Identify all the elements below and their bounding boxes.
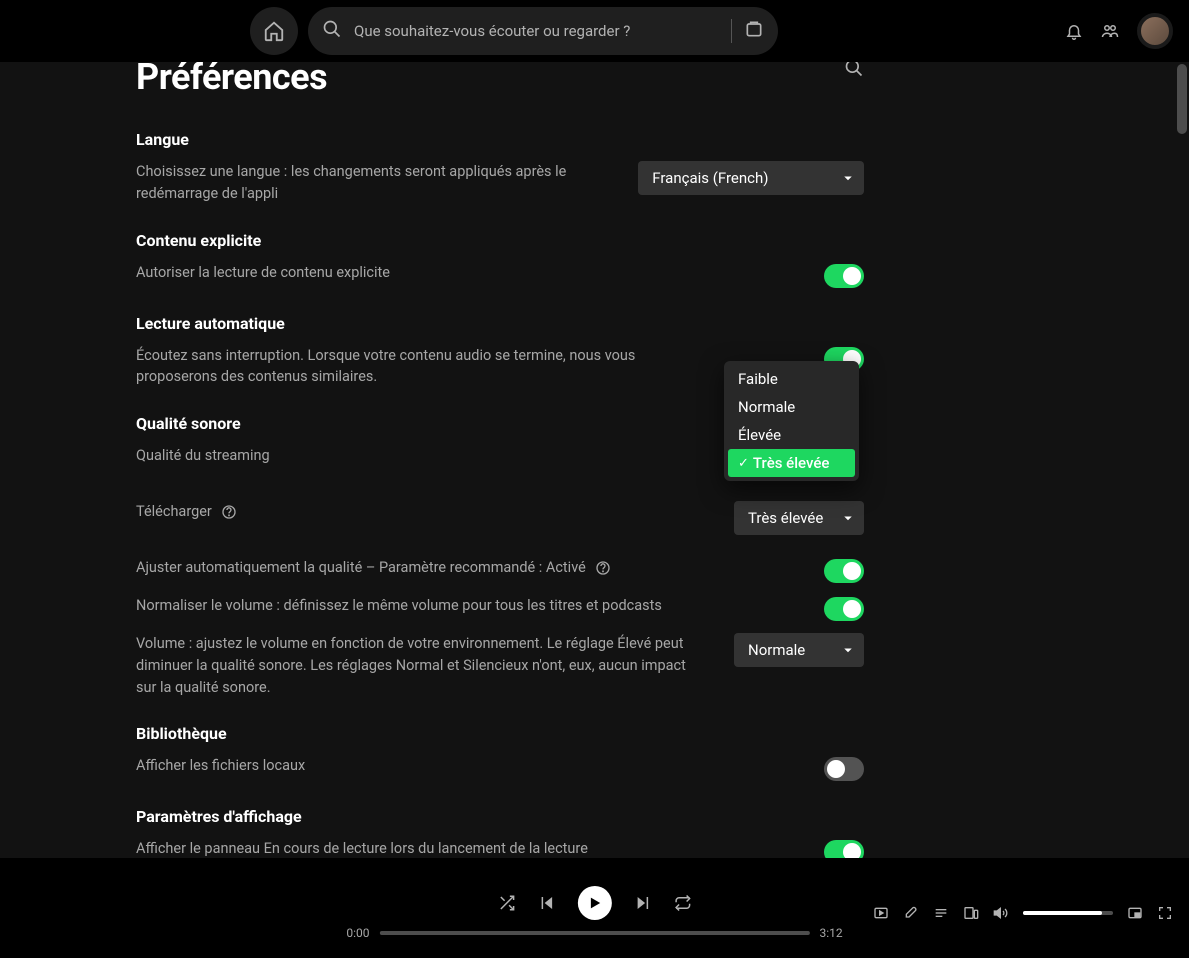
quality-option-low[interactable]: Faible — [728, 365, 855, 393]
now-playing-view-button[interactable] — [873, 905, 889, 921]
friends-icon[interactable] — [1101, 22, 1119, 40]
volume-desc: Volume : ajustez le volume en fonction d… — [136, 633, 691, 698]
scrollbar[interactable] — [1175, 62, 1189, 858]
previous-button[interactable] — [538, 894, 556, 912]
time-current: 0:00 — [346, 926, 369, 940]
auto-adjust-label: Ajuster automatiquement la qualité – Par… — [136, 557, 611, 579]
settings-search-icon[interactable] — [844, 62, 864, 82]
divider — [731, 19, 732, 43]
volume-fill — [1023, 911, 1102, 915]
shuffle-button[interactable] — [498, 894, 516, 912]
now-playing-panel-toggle[interactable] — [824, 840, 864, 858]
now-playing-panel-label: Afficher le panneau En cours de lecture … — [136, 838, 588, 858]
home-button[interactable] — [250, 7, 298, 55]
avatar[interactable] — [1137, 13, 1173, 49]
lyrics-button[interactable] — [903, 905, 919, 921]
section-library-title: Bibliothèque — [136, 724, 864, 743]
help-icon[interactable] — [221, 504, 237, 520]
normalize-label: Normaliser le volume : définissez le mêm… — [136, 595, 662, 617]
next-button[interactable] — [634, 894, 652, 912]
play-button[interactable] — [578, 886, 612, 920]
auto-adjust-toggle[interactable] — [824, 559, 864, 583]
search-input[interactable] — [354, 22, 719, 40]
repeat-button[interactable] — [674, 894, 692, 912]
help-icon[interactable] — [595, 560, 611, 576]
download-quality-select[interactable]: Très élevée — [734, 501, 864, 535]
volume-button[interactable] — [993, 905, 1009, 921]
language-select[interactable]: Français (French) — [638, 161, 864, 195]
miniplayer-button[interactable] — [1127, 905, 1143, 921]
home-icon — [263, 20, 285, 42]
volume-slider[interactable] — [1023, 911, 1113, 915]
download-quality-label: Télécharger — [136, 501, 237, 523]
page-title: Préférences — [136, 62, 327, 98]
quality-option-normal[interactable]: Normale — [728, 393, 855, 421]
language-desc: Choisissez une langue : les changements … — [136, 161, 598, 205]
streaming-quality-label: Qualité du streaming — [136, 445, 270, 467]
browse-icon[interactable] — [744, 19, 764, 43]
normalize-toggle[interactable] — [824, 597, 864, 621]
queue-button[interactable] — [933, 905, 949, 921]
scrollbar-thumb[interactable] — [1177, 64, 1187, 134]
devices-button[interactable] — [963, 905, 979, 921]
local-files-label: Afficher les fichiers locaux — [136, 755, 305, 777]
notifications-icon[interactable] — [1065, 22, 1083, 40]
section-language-title: Langue — [136, 130, 864, 149]
search-icon — [322, 19, 342, 43]
time-total: 3:12 — [820, 926, 843, 940]
explicit-desc: Autoriser la lecture de contenu explicit… — [136, 262, 390, 284]
progress-bar[interactable] — [380, 931, 810, 935]
explicit-toggle[interactable] — [824, 264, 864, 288]
section-explicit-title: Contenu explicite — [136, 231, 864, 250]
check-icon: ✓ — [738, 456, 749, 471]
play-icon — [587, 895, 603, 911]
streaming-quality-dropdown[interactable]: Faible Normale Élevée ✓Très élevée — [724, 361, 859, 481]
section-autoplay-title: Lecture automatique — [136, 314, 864, 333]
volume-level-select[interactable]: Normale — [734, 633, 864, 667]
local-files-toggle[interactable] — [824, 757, 864, 781]
section-display-title: Paramètres d'affichage — [136, 807, 864, 826]
search-bar[interactable] — [308, 7, 778, 55]
quality-option-very-high[interactable]: ✓Très élevée — [728, 449, 855, 477]
fullscreen-button[interactable] — [1157, 905, 1173, 921]
quality-option-high[interactable]: Élevée — [728, 421, 855, 449]
autoplay-desc: Écoutez sans interruption. Lorsque votre… — [136, 345, 691, 389]
